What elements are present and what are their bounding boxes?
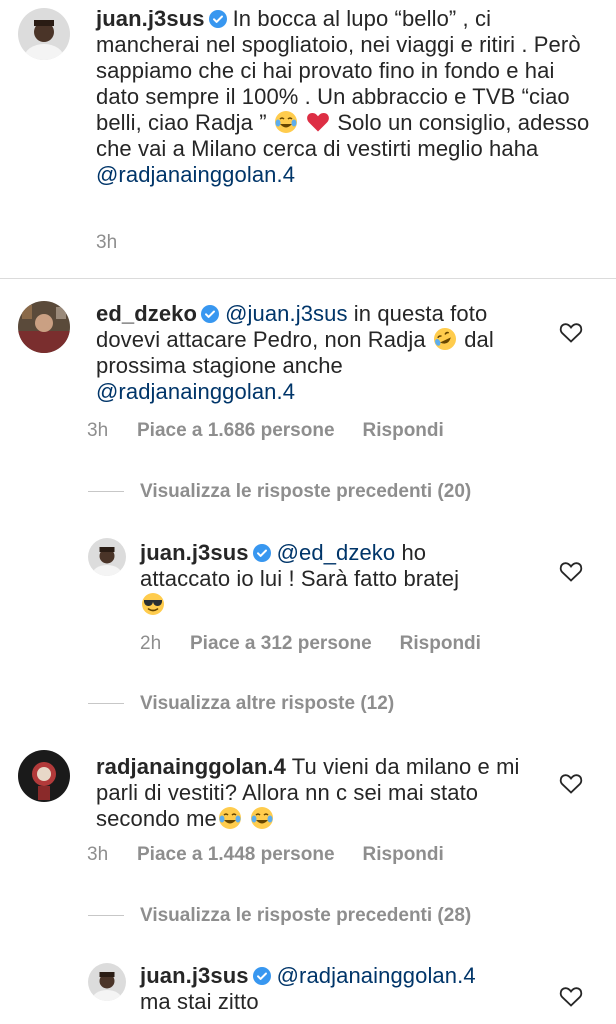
reply-juan-to-dzeko: juan.j3sus @ed_dzeko ho attaccato io lui … — [0, 530, 616, 680]
comment-radja: radjanainggolan.4 Tu vieni da milano e m… — [0, 730, 616, 880]
verified-badge-icon — [208, 10, 227, 28]
reply-button[interactable]: Rispondi — [400, 633, 481, 655]
comment-meta: 2h Piace a 312 persone Rispondi — [140, 633, 481, 655]
comment-text: ma stai zitto — [140, 989, 259, 1014]
rolling-on-floor-laughing-icon — [433, 328, 456, 350]
face-with-tears-of-joy-icon — [218, 807, 241, 829]
avatar[interactable] — [88, 538, 126, 576]
comment-ed-dzeko: ed_dzeko @juan.j3sus in questa foto dovev… — [0, 279, 616, 479]
comment-meta: 3h Piace a 1.686 persone Rispondi — [87, 420, 444, 442]
username[interactable]: juan.j3sus — [96, 6, 205, 31]
avatar[interactable] — [88, 963, 126, 1001]
replies-dash — [88, 915, 124, 917]
heart-outline-icon[interactable] — [559, 772, 583, 794]
heart-outline-icon[interactable] — [559, 560, 583, 582]
view-replies-label: Visualizza altre risposte (12) — [140, 693, 395, 714]
avatar[interactable] — [18, 301, 70, 353]
face-with-tears-of-joy-icon — [274, 111, 297, 133]
view-previous-replies-button[interactable]: Visualizza le risposte precedenti (20) — [88, 481, 471, 503]
face-with-tears-of-joy-icon — [251, 807, 274, 829]
mention-link[interactable]: @radjanainggolan.4 — [96, 162, 295, 187]
view-previous-replies-button[interactable]: Visualizza le risposte precedenti (28) — [88, 905, 471, 927]
verified-badge-icon — [201, 305, 220, 323]
view-replies-label: Visualizza le risposte precedenti (28) — [140, 905, 472, 926]
mention-link[interactable]: @radjanainggolan.4 — [96, 379, 295, 404]
heart-outline-icon[interactable] — [559, 321, 583, 343]
verified-badge-icon — [252, 967, 271, 985]
username[interactable]: juan.j3sus — [140, 963, 249, 988]
comment-body: radjanainggolan.4 Tu vieni da milano e m… — [96, 754, 536, 832]
reply-button[interactable]: Rispondi — [363, 844, 444, 866]
red-heart-icon — [307, 113, 329, 132]
likes-count-link[interactable]: Piace a 312 persone — [190, 633, 372, 655]
timestamp: 3h — [87, 844, 109, 865]
comment-body: juan.j3sus @ed_dzeko ho attaccato io lui … — [140, 540, 500, 618]
view-replies-label: Visualizza le risposte precedenti (20) — [140, 481, 472, 502]
username[interactable]: juan.j3sus — [140, 540, 249, 565]
mention-link[interactable]: @radjanainggolan.4 — [277, 963, 476, 988]
heart-outline-icon[interactable] — [559, 985, 583, 1007]
comment-body: juan.j3sus In bocca al lupo “bello” , ci … — [96, 6, 596, 188]
comment-meta: 3h Piace a 1.448 persone Rispondi — [87, 844, 444, 866]
likes-count-link[interactable]: Piace a 1.686 persone — [137, 420, 335, 442]
username[interactable]: ed_dzeko — [96, 301, 197, 326]
reply-juan-to-radja: juan.j3sus @radjanainggolan.4 ma stai zit… — [0, 955, 616, 1024]
avatar[interactable] — [18, 750, 70, 802]
timestamp: 3h — [96, 232, 118, 253]
comment-meta: 3h — [96, 232, 117, 254]
comment-juan-caption: juan.j3sus In bocca al lupo “bello” , ci … — [0, 0, 616, 278]
timestamp: 3h — [87, 420, 109, 441]
avatar[interactable] — [18, 8, 70, 60]
mention-link[interactable]: @juan.j3sus — [225, 301, 348, 326]
replies-dash — [88, 491, 124, 493]
mention-link[interactable]: @ed_dzeko — [277, 540, 396, 565]
comments-feed: juan.j3sus In bocca al lupo “bello” , ci … — [0, 0, 616, 1024]
smiling-face-with-sunglasses-icon — [142, 593, 164, 615]
replies-dash — [88, 703, 124, 705]
comment-body: ed_dzeko @juan.j3sus in questa foto dovev… — [96, 301, 536, 405]
likes-count-link[interactable]: Piace a 1.448 persone — [137, 844, 335, 866]
verified-badge-icon — [252, 544, 271, 562]
view-other-replies-button[interactable]: Visualizza altre risposte (12) — [88, 693, 394, 715]
timestamp: 2h — [140, 633, 162, 654]
username[interactable]: radjanainggolan.4 — [96, 754, 286, 779]
comment-body: juan.j3sus @radjanainggolan.4 ma stai zit… — [140, 963, 520, 1015]
reply-button[interactable]: Rispondi — [363, 420, 444, 442]
